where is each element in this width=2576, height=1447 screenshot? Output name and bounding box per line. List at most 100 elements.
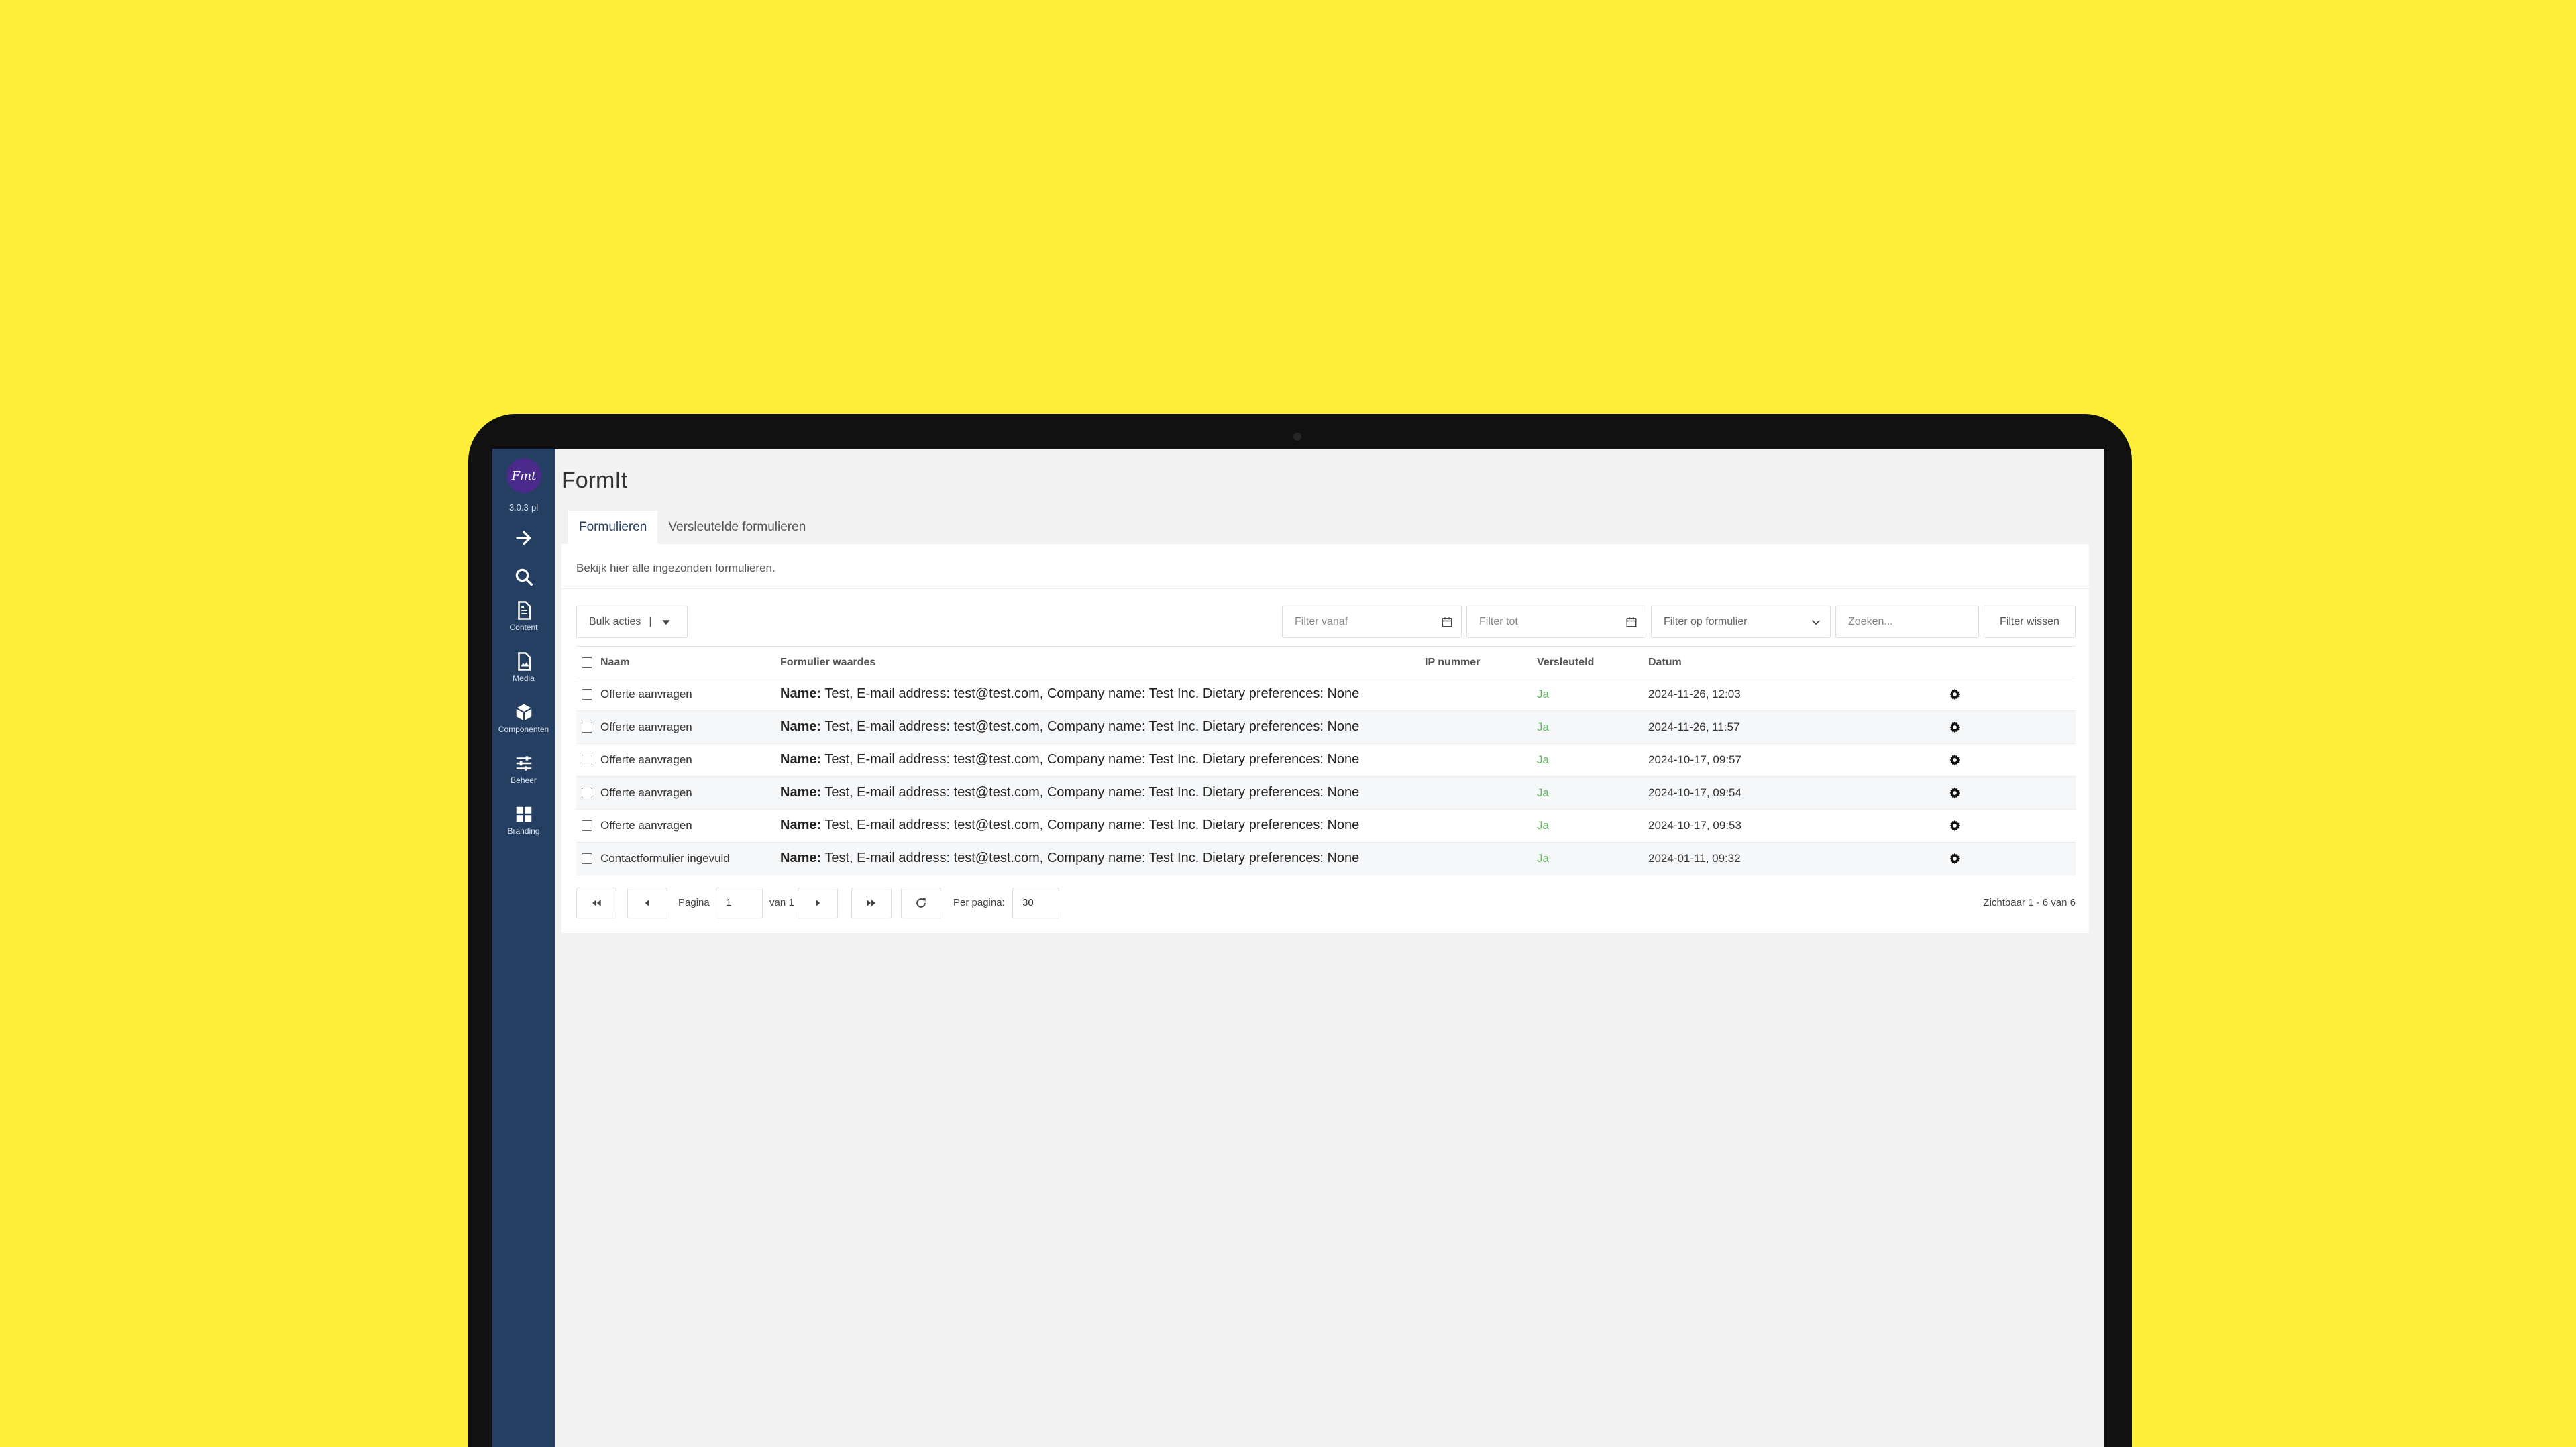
camera-dot bbox=[1293, 433, 1301, 441]
row-date: 2024-10-17, 09:53 bbox=[1648, 819, 1741, 832]
bulk-actions-button[interactable]: Bulk acties | bbox=[576, 606, 688, 638]
row-form-name: Offerte aanvragen bbox=[600, 688, 692, 700]
row-form-name: Offerte aanvragen bbox=[600, 786, 692, 799]
row-checkbox[interactable] bbox=[582, 788, 592, 798]
row-checkbox[interactable] bbox=[582, 755, 592, 765]
caret-down-icon bbox=[661, 620, 670, 625]
tab-encrypted-forms[interactable]: Versleutelde formulieren bbox=[657, 511, 816, 544]
values-key: Name: bbox=[780, 752, 822, 767]
table-row[interactable]: Offerte aanvragen Name: Test, E-mail add… bbox=[576, 744, 2076, 777]
values-key: Name: bbox=[780, 851, 822, 865]
row-form-name: Offerte aanvragen bbox=[600, 753, 692, 766]
separator: | bbox=[649, 616, 652, 627]
values-text: Test, E-mail address: test@test.com, Com… bbox=[821, 719, 1360, 734]
row-date: 2024-11-26, 12:03 bbox=[1648, 688, 1741, 700]
row-checkbox[interactable] bbox=[582, 820, 592, 831]
select-all-checkbox[interactable] bbox=[582, 657, 592, 668]
filter-form-select[interactable]: Filter op formulier bbox=[1651, 606, 1831, 638]
column-header-name[interactable]: Naam bbox=[600, 647, 630, 679]
gear-icon[interactable] bbox=[1948, 720, 1962, 734]
row-encrypted: Ja bbox=[1537, 852, 1549, 865]
pagination-bar: Pagina 1 van 1 Per pagina: 30 Zichtbaar … bbox=[576, 888, 2076, 918]
calendar-icon bbox=[1626, 617, 1637, 627]
logo-text: Fmt bbox=[511, 468, 537, 483]
row-encrypted: Ja bbox=[1537, 720, 1549, 733]
table-row[interactable]: Offerte aanvragen Name: Test, E-mail add… bbox=[576, 711, 2076, 744]
table-row[interactable]: Offerte aanvragen Name: Test, E-mail add… bbox=[576, 678, 2076, 711]
column-header-date[interactable]: Datum bbox=[1648, 647, 1682, 679]
next-page-button[interactable] bbox=[798, 888, 838, 918]
document-icon bbox=[517, 600, 531, 620]
row-form-values: Name: Test, E-mail address: test@test.co… bbox=[780, 777, 1359, 808]
values-text: Test, E-mail address: test@test.com, Com… bbox=[821, 818, 1360, 833]
refresh-icon bbox=[916, 898, 926, 908]
search-input[interactable]: Zoeken... bbox=[1835, 606, 1979, 638]
arrow-right-icon bbox=[515, 531, 531, 545]
row-form-values: Name: Test, E-mail address: test@test.co… bbox=[780, 744, 1359, 775]
image-file-icon bbox=[517, 651, 531, 671]
row-checkbox[interactable] bbox=[582, 722, 592, 733]
values-key: Name: bbox=[780, 818, 822, 833]
table-header: Naam Formulier waardes IP nummer Versleu… bbox=[576, 646, 2076, 678]
filter-to-input[interactable]: Filter tot bbox=[1466, 606, 1646, 638]
clear-filter-button[interactable]: Filter wissen bbox=[1984, 606, 2076, 638]
table-row[interactable]: Offerte aanvragen Name: Test, E-mail add… bbox=[576, 810, 2076, 843]
sidebar-item-label: Componenten bbox=[498, 724, 549, 734]
grid-icon bbox=[516, 806, 531, 822]
tab-forms[interactable]: Formulieren bbox=[568, 511, 658, 544]
row-checkbox[interactable] bbox=[582, 853, 592, 864]
results-summary: Zichtbaar 1 - 6 van 6 bbox=[1983, 897, 2076, 908]
version-label: 3.0.3-pl bbox=[508, 502, 539, 513]
table-row[interactable]: Contactformulier ingevuld Name: Test, E-… bbox=[576, 843, 2076, 875]
table-row[interactable]: Offerte aanvragen Name: Test, E-mail add… bbox=[576, 777, 2076, 810]
table-body: Offerte aanvragen Name: Test, E-mail add… bbox=[576, 678, 2076, 875]
column-header-values[interactable]: Formulier waardes bbox=[780, 647, 875, 679]
sliders-icon bbox=[516, 755, 531, 771]
page-label: Pagina bbox=[678, 897, 710, 908]
sidebar-item-label: Beheer bbox=[511, 775, 537, 785]
row-form-values: Name: Test, E-mail address: test@test.co… bbox=[780, 678, 1359, 709]
refresh-button[interactable] bbox=[901, 888, 941, 918]
row-date: 2024-10-17, 09:57 bbox=[1648, 753, 1741, 766]
screen: Fmt 3.0.3-pl Content Media Componenten B… bbox=[492, 449, 2104, 1447]
values-text: Test, E-mail address: test@test.com, Com… bbox=[821, 686, 1360, 701]
sidebar-item-manage[interactable]: Beheer bbox=[492, 745, 555, 792]
sidebar-item-label: Media bbox=[513, 673, 535, 683]
row-form-name: Offerte aanvragen bbox=[600, 720, 692, 733]
search-placeholder: Zoeken... bbox=[1848, 616, 1893, 627]
sidebar-item-branding[interactable]: Branding bbox=[492, 796, 555, 843]
gear-icon[interactable] bbox=[1948, 819, 1962, 833]
column-header-encrypted[interactable]: Versleuteld bbox=[1537, 647, 1594, 679]
page-number-input[interactable]: 1 bbox=[716, 888, 763, 918]
sidebar-item-media[interactable]: Media bbox=[492, 643, 555, 690]
sidebar: Fmt 3.0.3-pl Content Media Componenten B… bbox=[492, 449, 555, 1447]
gear-icon[interactable] bbox=[1948, 852, 1962, 865]
prev-page-button[interactable] bbox=[627, 888, 667, 918]
gear-icon[interactable] bbox=[1948, 753, 1962, 767]
app-logo[interactable]: Fmt bbox=[506, 458, 541, 493]
laptop-frame: Fmt 3.0.3-pl Content Media Componenten B… bbox=[468, 414, 2132, 1447]
sidebar-item-content[interactable]: Content bbox=[492, 592, 555, 639]
values-text: Test, E-mail address: test@test.com, Com… bbox=[821, 752, 1360, 767]
filter-from-input[interactable]: Filter vanaf bbox=[1282, 606, 1462, 638]
content-panel: Bekijk hier alle ingezonden formulieren.… bbox=[561, 544, 2089, 933]
sidebar-item-components[interactable]: Componenten bbox=[492, 694, 555, 741]
calendar-icon bbox=[1442, 617, 1452, 627]
clear-filter-label: Filter wissen bbox=[2000, 616, 2059, 627]
row-checkbox[interactable] bbox=[582, 689, 592, 700]
gear-icon[interactable] bbox=[1948, 786, 1962, 800]
per-page-input[interactable]: 30 bbox=[1012, 888, 1059, 918]
row-form-values: Name: Test, E-mail address: test@test.co… bbox=[780, 810, 1359, 841]
row-form-values: Name: Test, E-mail address: test@test.co… bbox=[780, 711, 1359, 742]
column-header-ip[interactable]: IP nummer bbox=[1425, 647, 1480, 679]
sidebar-item-label: Branding bbox=[507, 826, 540, 836]
values-text: Test, E-mail address: test@test.com, Com… bbox=[821, 851, 1360, 865]
gear-icon[interactable] bbox=[1948, 688, 1962, 701]
filter-to-placeholder: Filter tot bbox=[1479, 616, 1518, 627]
row-form-name: Contactformulier ingevuld bbox=[600, 852, 730, 865]
last-page-button[interactable] bbox=[851, 888, 892, 918]
row-form-values: Name: Test, E-mail address: test@test.co… bbox=[780, 843, 1359, 873]
first-page-button[interactable] bbox=[576, 888, 616, 918]
row-date: 2024-10-17, 09:54 bbox=[1648, 786, 1741, 799]
values-key: Name: bbox=[780, 785, 822, 800]
